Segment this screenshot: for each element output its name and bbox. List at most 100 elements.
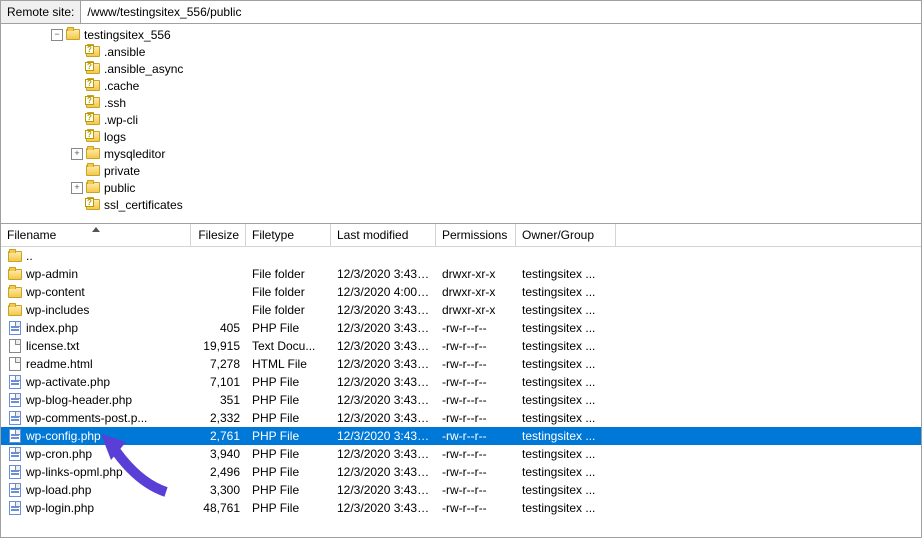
file-name: wp-login.php xyxy=(26,501,94,515)
tree-item-label: private xyxy=(104,164,140,178)
file-row[interactable]: wp-activate.php7,101PHP File12/3/2020 3:… xyxy=(1,373,921,391)
tree-item[interactable]: ?.ansible xyxy=(1,43,921,60)
file-size: 2,496 xyxy=(191,465,246,479)
file-row[interactable]: wp-cron.php3,940PHP File12/3/2020 3:43:.… xyxy=(1,445,921,463)
remote-path-input[interactable] xyxy=(81,2,921,22)
file-row[interactable]: wp-adminFile folder12/3/2020 3:43:...drw… xyxy=(1,265,921,283)
file-row[interactable]: wp-comments-post.p...2,332PHP File12/3/2… xyxy=(1,409,921,427)
file-modified: 12/3/2020 3:43:... xyxy=(331,267,436,281)
file-size: 351 xyxy=(191,393,246,407)
file-permissions: -rw-r--r-- xyxy=(436,321,516,335)
file-type: PHP File xyxy=(246,321,331,335)
file-owner: testingsitex ... xyxy=(516,411,616,425)
folder-icon xyxy=(85,147,101,161)
file-type: PHP File xyxy=(246,429,331,443)
file-type: PHP File xyxy=(246,483,331,497)
folder-icon: ? xyxy=(85,62,101,76)
tree-item[interactable]: + public xyxy=(1,179,921,196)
col-owner[interactable]: Owner/Group xyxy=(516,224,616,246)
file-row[interactable]: license.txt19,915Text Docu...12/3/2020 3… xyxy=(1,337,921,355)
col-filetype[interactable]: Filetype xyxy=(246,224,331,246)
file-size: 2,332 xyxy=(191,411,246,425)
tree-item[interactable]: ?logs xyxy=(1,128,921,145)
file-name: wp-activate.php xyxy=(26,375,110,389)
file-row[interactable]: readme.html7,278HTML File12/3/2020 3:43:… xyxy=(1,355,921,373)
file-row[interactable]: wp-blog-header.php351PHP File12/3/2020 3… xyxy=(1,391,921,409)
php-file-icon xyxy=(7,411,23,425)
file-type: PHP File xyxy=(246,447,331,461)
file-modified: 12/3/2020 3:43:... xyxy=(331,303,436,317)
folder-icon: ? xyxy=(85,45,101,59)
file-modified: 12/3/2020 3:43:... xyxy=(331,321,436,335)
folder-icon: ? xyxy=(85,198,101,212)
file-name: wp-cron.php xyxy=(26,447,92,461)
list-body[interactable]: .. wp-adminFile folder12/3/2020 3:43:...… xyxy=(1,247,921,537)
tree-item[interactable]: ?.ssh xyxy=(1,94,921,111)
file-row[interactable]: index.php405PHP File12/3/2020 3:43:...-r… xyxy=(1,319,921,337)
folder-icon xyxy=(7,267,23,281)
parent-dir-row[interactable]: .. xyxy=(1,247,921,265)
file-name: wp-content xyxy=(26,285,85,299)
col-filename[interactable]: Filename xyxy=(1,224,191,246)
file-owner: testingsitex ... xyxy=(516,285,616,299)
col-permissions[interactable]: Permissions xyxy=(436,224,516,246)
tree-item[interactable]: ?.wp-cli xyxy=(1,111,921,128)
file-permissions: -rw-r--r-- xyxy=(436,447,516,461)
file-row[interactable]: wp-load.php3,300PHP File12/3/2020 3:43:.… xyxy=(1,481,921,499)
tree-root[interactable]: − testingsitex_556 xyxy=(1,26,921,43)
file-modified: 12/3/2020 3:43:... xyxy=(331,339,436,353)
file-type: PHP File xyxy=(246,375,331,389)
list-header: Filename Filesize Filetype Last modified… xyxy=(1,224,921,247)
tree-item-label: mysqleditor xyxy=(104,147,165,161)
remote-site-bar: Remote site: xyxy=(0,0,922,24)
php-file-icon xyxy=(7,483,23,497)
file-modified: 12/3/2020 3:43:... xyxy=(331,465,436,479)
file-permissions: -rw-r--r-- xyxy=(436,339,516,353)
remote-tree-panel[interactable]: − testingsitex_556 ?.ansible?.ansible_as… xyxy=(0,24,922,224)
file-size: 3,940 xyxy=(191,447,246,461)
file-row[interactable]: wp-contentFile folder12/3/2020 4:00:...d… xyxy=(1,283,921,301)
file-owner: testingsitex ... xyxy=(516,339,616,353)
tree-item[interactable]: ?ssl_certificates xyxy=(1,196,921,213)
php-file-icon xyxy=(7,375,23,389)
file-name: wp-blog-header.php xyxy=(26,393,132,407)
collapse-icon[interactable]: − xyxy=(51,29,63,41)
file-row[interactable]: wp-links-opml.php2,496PHP File12/3/2020 … xyxy=(1,463,921,481)
file-size: 2,761 xyxy=(191,429,246,443)
file-name: wp-links-opml.php xyxy=(26,465,123,479)
folder-icon: ? xyxy=(85,113,101,127)
php-file-icon xyxy=(7,447,23,461)
file-name: readme.html xyxy=(26,357,93,371)
parent-dir-label: .. xyxy=(26,249,33,263)
file-owner: testingsitex ... xyxy=(516,465,616,479)
tree-item[interactable]: + mysqleditor xyxy=(1,145,921,162)
file-owner: testingsitex ... xyxy=(516,303,616,317)
php-file-icon xyxy=(7,465,23,479)
tree-item-label: .ansible_async xyxy=(104,62,183,76)
expand-icon[interactable]: + xyxy=(71,148,83,160)
folder-icon xyxy=(85,181,101,195)
remote-path-field[interactable] xyxy=(81,2,921,22)
expand-icon[interactable]: + xyxy=(71,182,83,194)
folder-icon xyxy=(65,28,81,42)
folder-icon: ? xyxy=(85,130,101,144)
col-modified[interactable]: Last modified xyxy=(331,224,436,246)
file-size: 7,278 xyxy=(191,357,246,371)
folder-icon: ? xyxy=(85,79,101,93)
tree-item-label: public xyxy=(104,181,135,195)
php-file-icon xyxy=(7,393,23,407)
file-permissions: -rw-r--r-- xyxy=(436,465,516,479)
file-permissions: drwxr-xr-x xyxy=(436,303,516,317)
col-filesize[interactable]: Filesize xyxy=(191,224,246,246)
file-row[interactable]: wp-login.php48,761PHP File12/3/2020 3:43… xyxy=(1,499,921,517)
file-row[interactable]: wp-config.php2,761PHP File12/3/2020 3:43… xyxy=(1,427,921,445)
tree-item[interactable]: ?.ansible_async xyxy=(1,60,921,77)
file-name: wp-comments-post.p... xyxy=(26,411,147,425)
tree-item[interactable]: ?.cache xyxy=(1,77,921,94)
file-row[interactable]: wp-includesFile folder12/3/2020 3:43:...… xyxy=(1,301,921,319)
file-owner: testingsitex ... xyxy=(516,501,616,515)
tree-item[interactable]: private xyxy=(1,162,921,179)
file-size: 7,101 xyxy=(191,375,246,389)
file-owner: testingsitex ... xyxy=(516,393,616,407)
file-permissions: -rw-r--r-- xyxy=(436,375,516,389)
